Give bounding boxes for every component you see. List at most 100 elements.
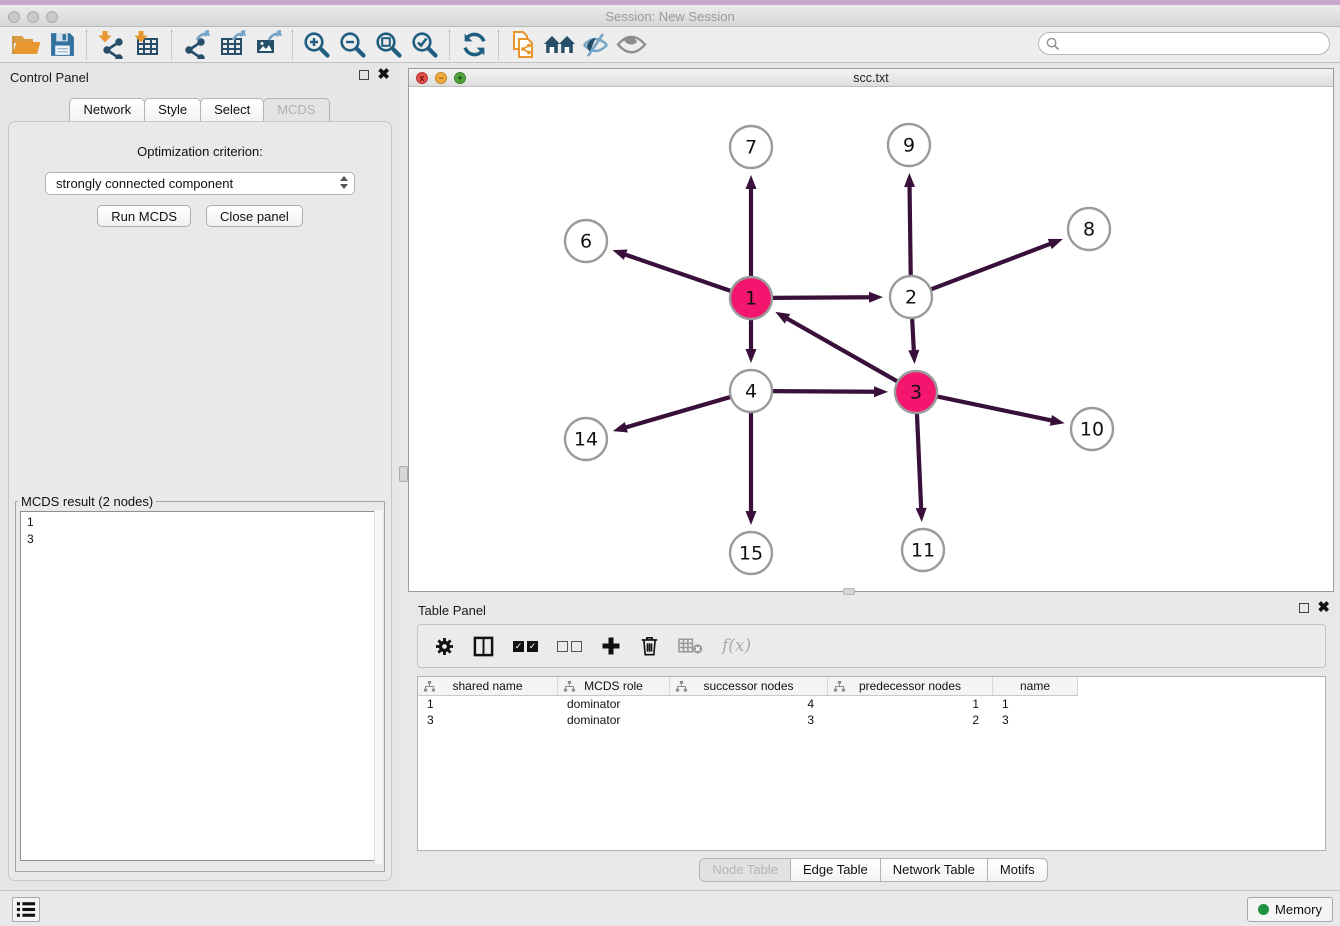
control-panel-title: Control Panel	[10, 70, 89, 85]
graph-arrowhead-3-11	[916, 508, 927, 522]
copy-network-icon[interactable]	[505, 29, 541, 61]
import-network-icon[interactable]	[93, 29, 129, 61]
graph-arrowhead-1-2	[869, 292, 883, 303]
search-input[interactable]	[1060, 37, 1310, 51]
export-image-icon[interactable]	[250, 29, 286, 61]
task-history-button[interactable]	[12, 897, 40, 922]
table-cell[interactable]: dominator	[558, 712, 670, 728]
graph-edge-3-1[interactable]	[785, 317, 900, 382]
column-header-predecessor-nodes[interactable]: predecessor nodes	[828, 677, 993, 696]
column-header-name[interactable]: name	[993, 677, 1078, 696]
run-mcds-button[interactable]: Run MCDS	[97, 205, 191, 227]
mcds-result-textarea[interactable]: 1 3	[20, 511, 380, 861]
table-cell[interactable]: 3	[670, 712, 828, 728]
table-row[interactable]: 1dominator411	[418, 696, 1325, 712]
graph-edge-4-3[interactable]	[770, 391, 877, 392]
table-cell[interactable]: 2	[828, 712, 993, 728]
table-cell[interactable]: 3	[993, 712, 1078, 728]
graph-edge-1-6[interactable]	[623, 254, 733, 292]
toolbar-separator	[498, 30, 499, 60]
graph-edge-3-10[interactable]	[935, 396, 1054, 421]
table-row[interactable]: 3dominator323	[418, 712, 1325, 728]
tab-select[interactable]: Select	[200, 98, 264, 122]
table-cell[interactable]: 3	[418, 712, 558, 728]
graph-arrowhead-3-10	[1050, 415, 1065, 426]
search-icon	[1046, 37, 1060, 51]
memory-button[interactable]: Memory	[1247, 897, 1333, 922]
graph-node-label-9: 9	[903, 135, 915, 157]
zoom-fit-icon[interactable]	[371, 29, 407, 61]
horizontal-splitter-handle[interactable]	[843, 588, 855, 595]
settings-gear-icon[interactable]	[435, 637, 454, 656]
table-toolbar: ✓✓ f(x)	[417, 624, 1326, 668]
graph-edge-4-14[interactable]	[623, 396, 732, 428]
graph-edge-1-2[interactable]	[770, 297, 872, 298]
tab-network-table[interactable]: Network Table	[880, 858, 988, 882]
network-window-titlebar[interactable]: x − + scc.txt	[409, 69, 1333, 87]
refresh-icon[interactable]	[456, 29, 492, 61]
result-scrollbar[interactable]	[374, 510, 383, 864]
column-header-shared-name[interactable]: shared name	[418, 677, 558, 696]
open-folder-icon[interactable]	[8, 29, 44, 61]
graph-arrowhead-2-3	[908, 350, 919, 364]
vertical-splitter-handle[interactable]	[399, 466, 408, 482]
table-cell[interactable]: 1	[418, 696, 558, 712]
graph-edge-3-11[interactable]	[917, 411, 921, 511]
zoom-in-icon[interactable]	[299, 29, 335, 61]
graph-node-label-3: 3	[910, 382, 922, 404]
table-cell[interactable]: dominator	[558, 696, 670, 712]
table-cell[interactable]: 1	[993, 696, 1078, 712]
tab-network[interactable]: Network	[69, 98, 145, 122]
function-builder-icon[interactable]: f(x)	[722, 636, 751, 656]
criterion-select[interactable]: strongly connected component	[45, 172, 355, 195]
save-icon[interactable]	[44, 29, 80, 61]
close-table-panel-icon[interactable]: ✖	[1317, 603, 1330, 613]
network-canvas[interactable]: 1234678910111415	[409, 87, 1335, 593]
column-header-MCDS-role[interactable]: MCDS role	[558, 677, 670, 696]
show-columns-icon[interactable]	[473, 636, 494, 657]
hierarchy-icon	[424, 681, 435, 695]
export-table-icon[interactable]	[214, 29, 250, 61]
graph-node-label-2: 2	[905, 287, 917, 309]
tab-node-table[interactable]: Node Table	[699, 858, 791, 882]
tab-style[interactable]: Style	[144, 98, 201, 122]
zoom-out-icon[interactable]	[335, 29, 371, 61]
hierarchy-icon	[564, 681, 575, 695]
graph-edge-2-8[interactable]	[929, 243, 1053, 290]
network-view-window: x − + scc.txt 1234678910111415	[408, 68, 1334, 592]
search-field[interactable]	[1038, 32, 1330, 55]
tab-edge-table[interactable]: Edge Table	[790, 858, 881, 882]
add-row-icon[interactable]	[601, 636, 621, 656]
graph-node-label-6: 6	[580, 231, 592, 253]
graph-node-label-11: 11	[911, 540, 935, 562]
graph-arrowhead-3-1	[775, 312, 790, 324]
graph-edge-2-9[interactable]	[910, 184, 911, 278]
graph-arrowhead-4-3	[874, 386, 888, 397]
graph-edge-2-3[interactable]	[912, 316, 914, 353]
node-table: shared nameMCDS rolesuccessor nodesprede…	[417, 676, 1326, 851]
graph-node-label-10: 10	[1080, 419, 1104, 441]
column-header-successor-nodes[interactable]: successor nodes	[670, 677, 828, 696]
import-table-icon[interactable]	[129, 29, 165, 61]
graph-node-label-14: 14	[574, 429, 598, 451]
eye-icon[interactable]	[613, 29, 649, 61]
close-panel-button[interactable]: Close panel	[206, 205, 303, 227]
toolbar-separator	[86, 30, 87, 60]
float-panel-icon[interactable]	[359, 70, 369, 80]
hide-visibility-icon[interactable]	[577, 29, 613, 61]
table-cell[interactable]: 1	[828, 696, 993, 712]
close-panel-icon[interactable]: ✖	[377, 70, 390, 80]
graph-node-label-4: 4	[745, 381, 757, 403]
tab-motifs[interactable]: Motifs	[987, 858, 1048, 882]
delete-row-icon[interactable]	[640, 635, 659, 657]
export-network-icon[interactable]	[178, 29, 214, 61]
table-cell[interactable]: 4	[670, 696, 828, 712]
select-all-checkboxes-icon[interactable]: ✓✓	[513, 641, 538, 652]
zoom-selected-icon[interactable]	[407, 29, 443, 61]
float-table-panel-icon[interactable]	[1299, 603, 1309, 613]
delete-table-icon[interactable]	[678, 637, 703, 655]
home-icon[interactable]	[541, 29, 577, 61]
unselect-all-checkboxes-icon[interactable]	[557, 641, 582, 652]
window-title: Session: New Session	[0, 9, 1340, 24]
tab-mcds[interactable]: MCDS	[263, 98, 329, 122]
